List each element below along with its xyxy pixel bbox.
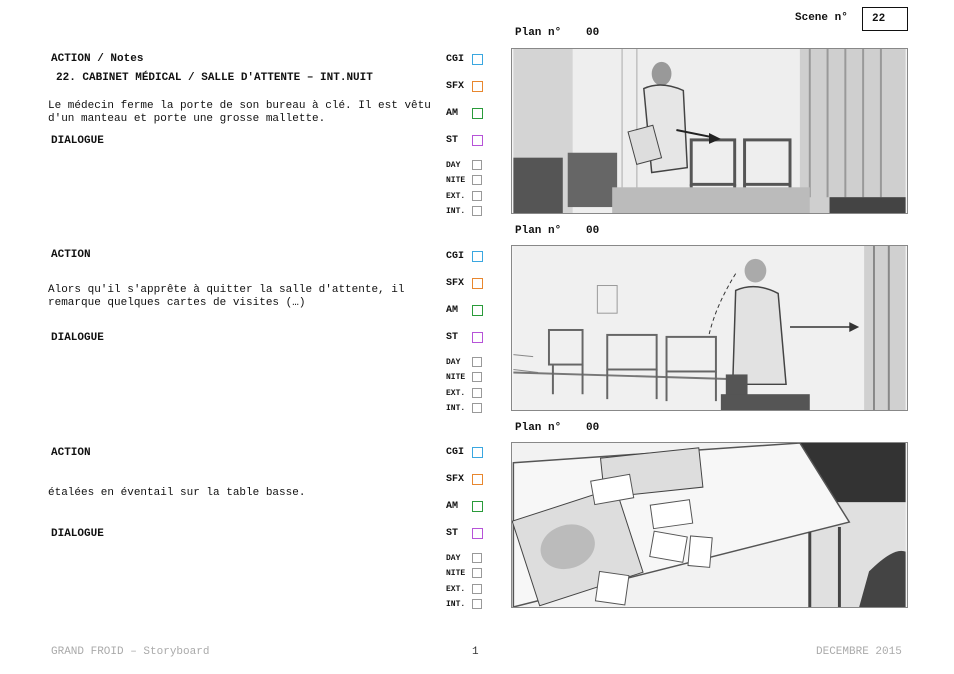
ext-label: EXT.: [446, 192, 466, 201]
st-label: ST: [446, 528, 459, 539]
day-label: DAY: [446, 161, 461, 170]
am-checkbox[interactable]: [472, 305, 483, 316]
action-description: étalées en éventail sur la table basse.: [48, 487, 306, 499]
sketch-business-cards-on-table: [512, 443, 906, 607]
cgi-checkbox[interactable]: [472, 447, 483, 458]
nite-checkbox[interactable]: [472, 568, 482, 578]
scene-label: Scene n°: [795, 12, 848, 24]
day-label: DAY: [446, 554, 461, 563]
action-description: Le médecin ferme la porte de son bureau …: [48, 100, 431, 125]
am-label: AM: [446, 108, 459, 119]
plan-number: 00: [586, 225, 600, 237]
st-checkbox[interactable]: [472, 332, 483, 343]
sfx-label: SFX: [446, 474, 465, 485]
st-checkbox[interactable]: [472, 528, 483, 539]
int-label: INT.: [446, 207, 466, 216]
sketch-doctor-locking-door: [513, 49, 906, 213]
ext-checkbox[interactable]: [472, 584, 482, 594]
nite-label: NITE: [446, 373, 466, 382]
dialogue-label: DIALOGUE: [51, 332, 104, 344]
footer-date: DECEMBRE 2015: [816, 646, 902, 658]
int-label: INT.: [446, 600, 466, 609]
page-number: 1: [472, 646, 479, 658]
storyboard-panel[interactable]: [511, 48, 908, 214]
day-checkbox[interactable]: [472, 553, 482, 563]
nite-label: NITE: [446, 569, 466, 578]
scene-slug: 22. CABINET MÉDICAL / SALLE D'ATTENTE – …: [56, 72, 373, 84]
int-label: INT.: [446, 404, 466, 413]
st-checkbox[interactable]: [472, 135, 483, 146]
scene-number-box[interactable]: 22: [862, 7, 908, 31]
ext-label: EXT.: [446, 585, 466, 594]
sfx-checkbox[interactable]: [472, 278, 483, 289]
sketch-doctor-leaving-waiting-room: [513, 246, 906, 410]
action-label: ACTION: [51, 447, 91, 459]
sfx-checkbox[interactable]: [472, 81, 483, 92]
int-checkbox[interactable]: [472, 206, 482, 216]
plan-label: Plan n°: [515, 422, 562, 434]
plan-number: 00: [586, 422, 600, 434]
ext-label: EXT.: [446, 389, 466, 398]
action-description: Alors qu'il s'apprête à quitter la salle…: [48, 284, 405, 309]
nite-checkbox[interactable]: [472, 372, 482, 382]
plan-number: 00: [586, 27, 600, 39]
ext-checkbox[interactable]: [472, 388, 482, 398]
am-label: AM: [446, 501, 459, 512]
st-label: ST: [446, 332, 459, 343]
scene-number: 22: [872, 13, 886, 25]
nite-label: NITE: [446, 176, 466, 185]
int-checkbox[interactable]: [472, 599, 482, 609]
plan-label: Plan n°: [515, 27, 562, 39]
action-label: ACTION: [51, 249, 91, 261]
day-label: DAY: [446, 358, 461, 367]
storyboard-panel[interactable]: [511, 245, 908, 411]
sfx-checkbox[interactable]: [472, 474, 483, 485]
am-checkbox[interactable]: [472, 501, 483, 512]
storyboard-panel[interactable]: [511, 442, 908, 608]
plan-label: Plan n°: [515, 225, 562, 237]
cgi-label: CGI: [446, 251, 465, 262]
cgi-checkbox[interactable]: [472, 251, 483, 262]
cgi-checkbox[interactable]: [472, 54, 483, 65]
ext-checkbox[interactable]: [472, 191, 482, 201]
am-label: AM: [446, 305, 459, 316]
day-checkbox[interactable]: [472, 160, 482, 170]
action-label: ACTION / Notes: [51, 53, 144, 65]
day-checkbox[interactable]: [472, 357, 482, 367]
nite-checkbox[interactable]: [472, 175, 482, 185]
st-label: ST: [446, 135, 459, 146]
int-checkbox[interactable]: [472, 403, 482, 413]
sfx-label: SFX: [446, 278, 465, 289]
dialogue-label: DIALOGUE: [51, 528, 104, 540]
am-checkbox[interactable]: [472, 108, 483, 119]
cgi-label: CGI: [446, 447, 465, 458]
cgi-label: CGI: [446, 54, 465, 65]
footer-title: GRAND FROID – Storyboard: [51, 646, 210, 658]
sfx-label: SFX: [446, 81, 465, 92]
dialogue-label: DIALOGUE: [51, 135, 104, 147]
